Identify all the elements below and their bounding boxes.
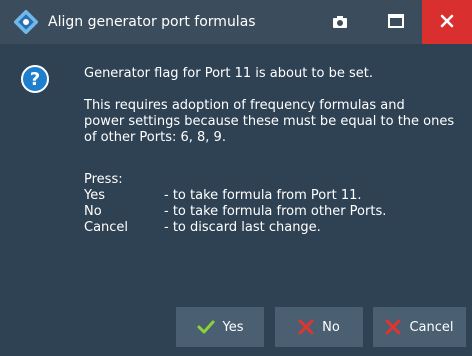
x-icon — [298, 319, 314, 335]
option-key: Yes — [84, 188, 105, 203]
dialog-window: Align generator port formulas ? Generato… — [0, 0, 472, 356]
x-icon — [385, 319, 401, 335]
title-bar[interactable]: Align generator port formulas — [0, 0, 472, 44]
option-desc: - to take formula from other Ports. — [164, 204, 387, 219]
question-icon: ? — [21, 65, 49, 93]
option-desc: - to discard last change. — [164, 220, 321, 235]
message-line: This requires adoption of frequency form… — [84, 98, 405, 113]
option-key: No — [84, 204, 102, 219]
message-line: Generator flag for Port 11 is about to b… — [84, 66, 373, 81]
check-icon — [197, 320, 215, 334]
message-line: of other Ports: 6, 8, 9. — [84, 130, 226, 145]
yes-button[interactable]: Yes — [176, 307, 264, 347]
no-button-label: No — [322, 319, 340, 335]
rohde-schwarz-logo-icon — [13, 9, 39, 35]
message-line: power settings because these must be equ… — [84, 114, 455, 129]
yes-button-label: Yes — [222, 319, 244, 335]
cancel-button-label: Cancel — [409, 319, 454, 335]
window-title: Align generator port formulas — [48, 14, 256, 30]
press-label: Press: — [84, 172, 123, 187]
option-desc: - to take formula from Port 11. — [164, 188, 362, 203]
screenshot-button[interactable] — [318, 0, 362, 44]
option-key: Cancel — [84, 220, 129, 235]
cancel-button[interactable]: Cancel — [373, 307, 466, 347]
camera-icon — [333, 13, 347, 32]
no-button[interactable]: No — [275, 307, 363, 347]
close-button[interactable] — [422, 0, 472, 44]
close-icon — [440, 13, 454, 32]
maximize-icon — [388, 13, 404, 32]
maximize-button[interactable] — [374, 0, 418, 44]
